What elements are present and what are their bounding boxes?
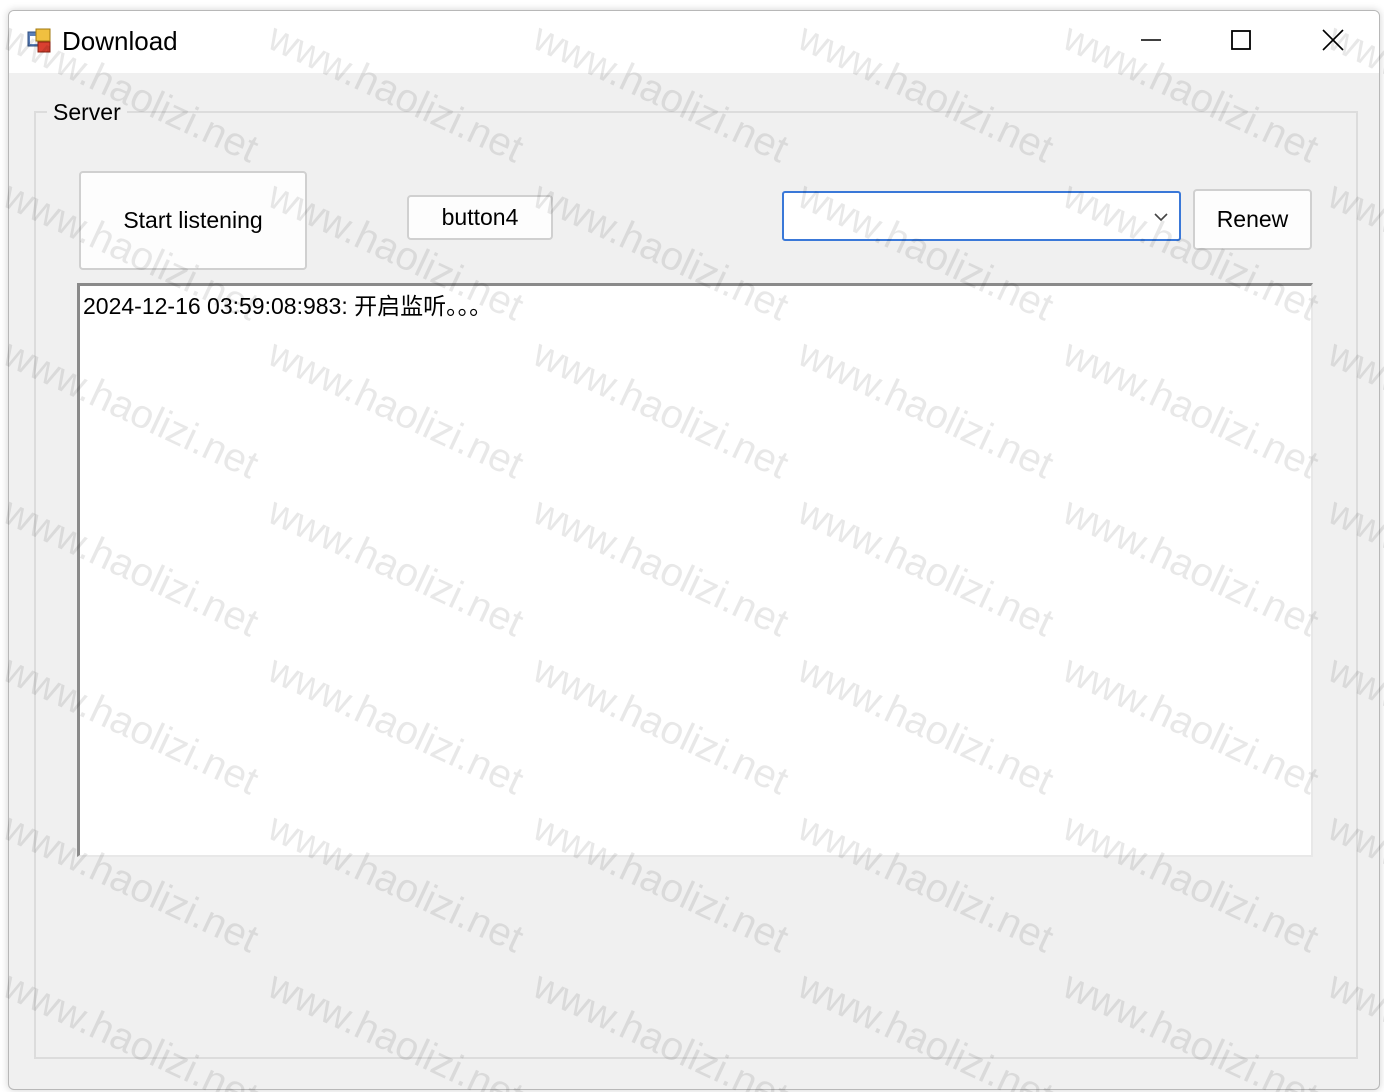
address-combobox[interactable] [782, 191, 1181, 241]
title-bar[interactable]: Download [9, 11, 1379, 73]
close-icon [1321, 28, 1345, 57]
minimize-icon [1139, 28, 1163, 57]
close-button[interactable] [1287, 11, 1379, 73]
chevron-down-icon[interactable] [1151, 207, 1171, 227]
log-line: 2024-12-16 03:59:08:983: 开启监听。。。 [83, 293, 493, 319]
log-textbox[interactable]: 2024-12-16 03:59:08:983: 开启监听。。。 [77, 283, 1313, 857]
button4[interactable]: button4 [407, 195, 553, 240]
maximize-icon [1229, 28, 1253, 57]
download-window: Download Server Start listening button4 … [8, 10, 1380, 1090]
app-window-icon [27, 28, 53, 54]
renew-button[interactable]: Renew [1193, 189, 1312, 250]
minimize-button[interactable] [1105, 11, 1197, 73]
maximize-button[interactable] [1195, 11, 1287, 73]
window-title: Download [62, 26, 178, 56]
server-group-label: Server [47, 99, 127, 125]
start-listening-button[interactable]: Start listening [79, 171, 307, 270]
